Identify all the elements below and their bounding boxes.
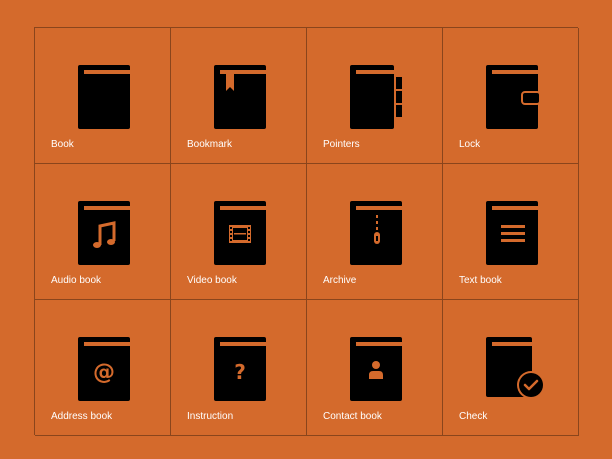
icon-grid: Book Bookmark Pointers Lock Audio book V…: [34, 27, 579, 436]
contact-book-label: Contact book: [323, 411, 382, 422]
cell-bookmark: Bookmark: [171, 28, 307, 164]
cell-address-book: @ Address book: [35, 300, 171, 436]
instruction-icon: ?: [214, 337, 274, 401]
book-label: Book: [51, 139, 74, 150]
instruction-label: Instruction: [187, 411, 234, 422]
pointers-icon: [350, 65, 410, 129]
archive-icon: [350, 201, 410, 265]
svg-text:?: ?: [234, 360, 246, 384]
text-book-label: Text book: [459, 275, 502, 286]
svg-text:@: @: [93, 360, 115, 385]
cell-contact-book: Contact book: [307, 300, 443, 436]
video-book-icon: [214, 201, 274, 265]
book-icon: [78, 65, 138, 129]
pointers-label: Pointers: [323, 139, 360, 150]
cell-audio-book: Audio book: [35, 164, 171, 300]
audio-book-label: Audio book: [51, 275, 102, 286]
cell-pointers: Pointers: [307, 28, 443, 164]
cell-text-book: Text book: [443, 164, 579, 300]
icon-sheet: Book Bookmark Pointers Lock Audio book V…: [0, 0, 612, 459]
check-label: Check: [459, 411, 488, 422]
cell-check: Check: [443, 300, 579, 436]
cell-book: Book: [35, 28, 171, 164]
cell-lock: Lock: [443, 28, 579, 164]
video-book-label: Video book: [187, 275, 237, 286]
cell-archive: Archive: [307, 164, 443, 300]
lock-label: Lock: [459, 139, 481, 150]
lock-icon: [486, 65, 546, 129]
address-book-icon: @: [78, 337, 138, 401]
cell-video-book: Video book: [171, 164, 307, 300]
address-book-label: Address book: [51, 411, 113, 422]
check-icon: [486, 337, 546, 401]
archive-label: Archive: [323, 275, 357, 286]
audio-book-icon: [78, 201, 138, 265]
bookmark-label: Bookmark: [187, 139, 233, 150]
contact-book-icon: [350, 337, 410, 401]
text-book-icon: [486, 201, 546, 265]
cell-instruction: ? Instruction: [171, 300, 307, 436]
bookmark-icon: [214, 65, 274, 129]
